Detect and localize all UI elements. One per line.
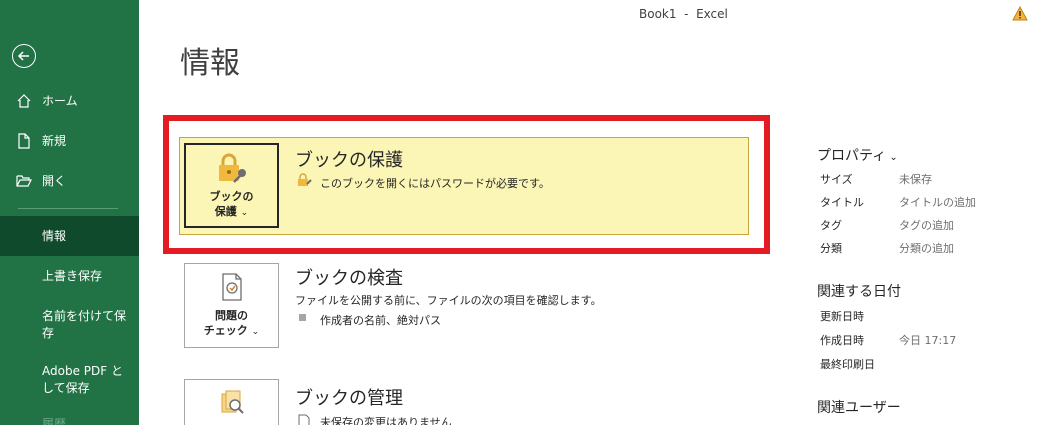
nav-home[interactable]: ホーム bbox=[0, 90, 139, 112]
prop-value-title[interactable]: タイトルの追加 bbox=[899, 194, 976, 210]
nav-new-label: 新規 bbox=[42, 134, 67, 148]
nav-new[interactable]: 新規 bbox=[0, 130, 139, 152]
inspect-title: ブックの検査 bbox=[295, 268, 403, 289]
protect-title: ブックの保護 bbox=[295, 150, 403, 171]
nav-info[interactable]: 情報 bbox=[0, 216, 139, 256]
date-key-modified: 更新日時 bbox=[820, 310, 864, 323]
protect-button-line2: 保護 ⌄ bbox=[186, 204, 277, 221]
chevron-down-icon: ⌄ bbox=[240, 208, 249, 218]
protect-button-line1: ブックの bbox=[209, 190, 254, 203]
inspect-bullet: 作成者の名前、絶対パス bbox=[320, 314, 441, 327]
protect-description: このブックを開くにはパスワードが必要です。 bbox=[320, 177, 550, 190]
folder-open-icon bbox=[16, 175, 32, 187]
inspect-document-icon bbox=[221, 273, 242, 301]
prop-value-tags[interactable]: タグの追加 bbox=[899, 217, 954, 233]
users-heading: 関連ユーザー bbox=[817, 400, 901, 416]
properties-heading-text: プロパティ bbox=[817, 148, 887, 164]
nav-save-label: 上書き保存 bbox=[42, 269, 103, 283]
manage-document-icon bbox=[221, 390, 244, 414]
date-key-created: 作成日時 bbox=[820, 334, 864, 347]
nav-save-pdf-label: Adobe PDF として保存 bbox=[42, 364, 123, 395]
back-button[interactable] bbox=[12, 44, 36, 68]
nav-save[interactable]: 上書き保存 bbox=[0, 265, 139, 287]
protect-workbook-button[interactable]: ブックの 保護 ⌄ bbox=[184, 143, 279, 228]
nav-home-label: ホーム bbox=[42, 94, 78, 108]
back-arrow-icon bbox=[17, 51, 29, 61]
check-button-line2-text: チェック bbox=[203, 324, 248, 337]
dates-heading: 関連する日付 bbox=[817, 284, 901, 300]
nav-save-as-label: 名前を付けて保存 bbox=[42, 309, 127, 340]
properties-heading[interactable]: プロパティ ⌄ bbox=[817, 145, 898, 165]
bullet-icon bbox=[299, 314, 306, 321]
prop-key-size: サイズ bbox=[820, 173, 853, 186]
protect-button-line2-text: 保護 bbox=[214, 205, 237, 218]
prop-key-tags: タグ bbox=[820, 219, 842, 232]
small-lock-icon bbox=[298, 173, 312, 186]
inspect-description: ファイルを公開する前に、ファイルの次の項目を確認します。 bbox=[295, 294, 602, 307]
manage-title: ブックの管理 bbox=[295, 388, 403, 409]
nav-open[interactable]: 開く bbox=[0, 170, 139, 192]
backstage-sidebar: ホーム 新規 開く 情報 上書き保存 名前を付けて保存 Adobe PDF とし… bbox=[0, 0, 139, 425]
prop-key-title: タイトル bbox=[820, 196, 864, 209]
prop-value-category[interactable]: 分類の追加 bbox=[899, 240, 954, 256]
prop-value-size: 未保存 bbox=[899, 173, 932, 186]
lock-key-icon bbox=[218, 153, 246, 183]
chevron-down-icon: ⌄ bbox=[251, 327, 260, 337]
nav-history-label: 履歴 bbox=[42, 417, 67, 425]
manage-bullet: 未保存の変更はありません bbox=[320, 416, 452, 425]
new-file-icon bbox=[18, 133, 30, 149]
nav-save-as[interactable]: 名前を付けて保存 bbox=[0, 305, 139, 345]
sidebar-divider bbox=[18, 208, 118, 209]
manage-workbook-button[interactable] bbox=[184, 379, 279, 425]
check-issues-button[interactable]: 問題の チェック ⌄ bbox=[184, 263, 279, 348]
window-title: Book1 - Excel bbox=[639, 7, 728, 21]
warning-icon[interactable] bbox=[1012, 6, 1028, 21]
date-value-created: 今日 17:17 bbox=[899, 334, 957, 347]
chevron-down-icon: ⌄ bbox=[886, 152, 898, 163]
prop-key-category: 分類 bbox=[820, 242, 842, 255]
document-icon bbox=[298, 414, 310, 425]
nav-history[interactable]: 履歴 bbox=[0, 414, 139, 425]
nav-info-label: 情報 bbox=[42, 229, 67, 243]
nav-save-pdf[interactable]: Adobe PDF として保存 bbox=[0, 360, 139, 400]
page-title: 情報 bbox=[180, 46, 240, 81]
date-key-printed: 最終印刷日 bbox=[820, 358, 875, 371]
home-icon bbox=[17, 94, 31, 108]
check-button-line2: チェック ⌄ bbox=[185, 323, 278, 340]
nav-open-label: 開く bbox=[42, 174, 67, 188]
check-button-line1: 問題の bbox=[215, 309, 248, 322]
